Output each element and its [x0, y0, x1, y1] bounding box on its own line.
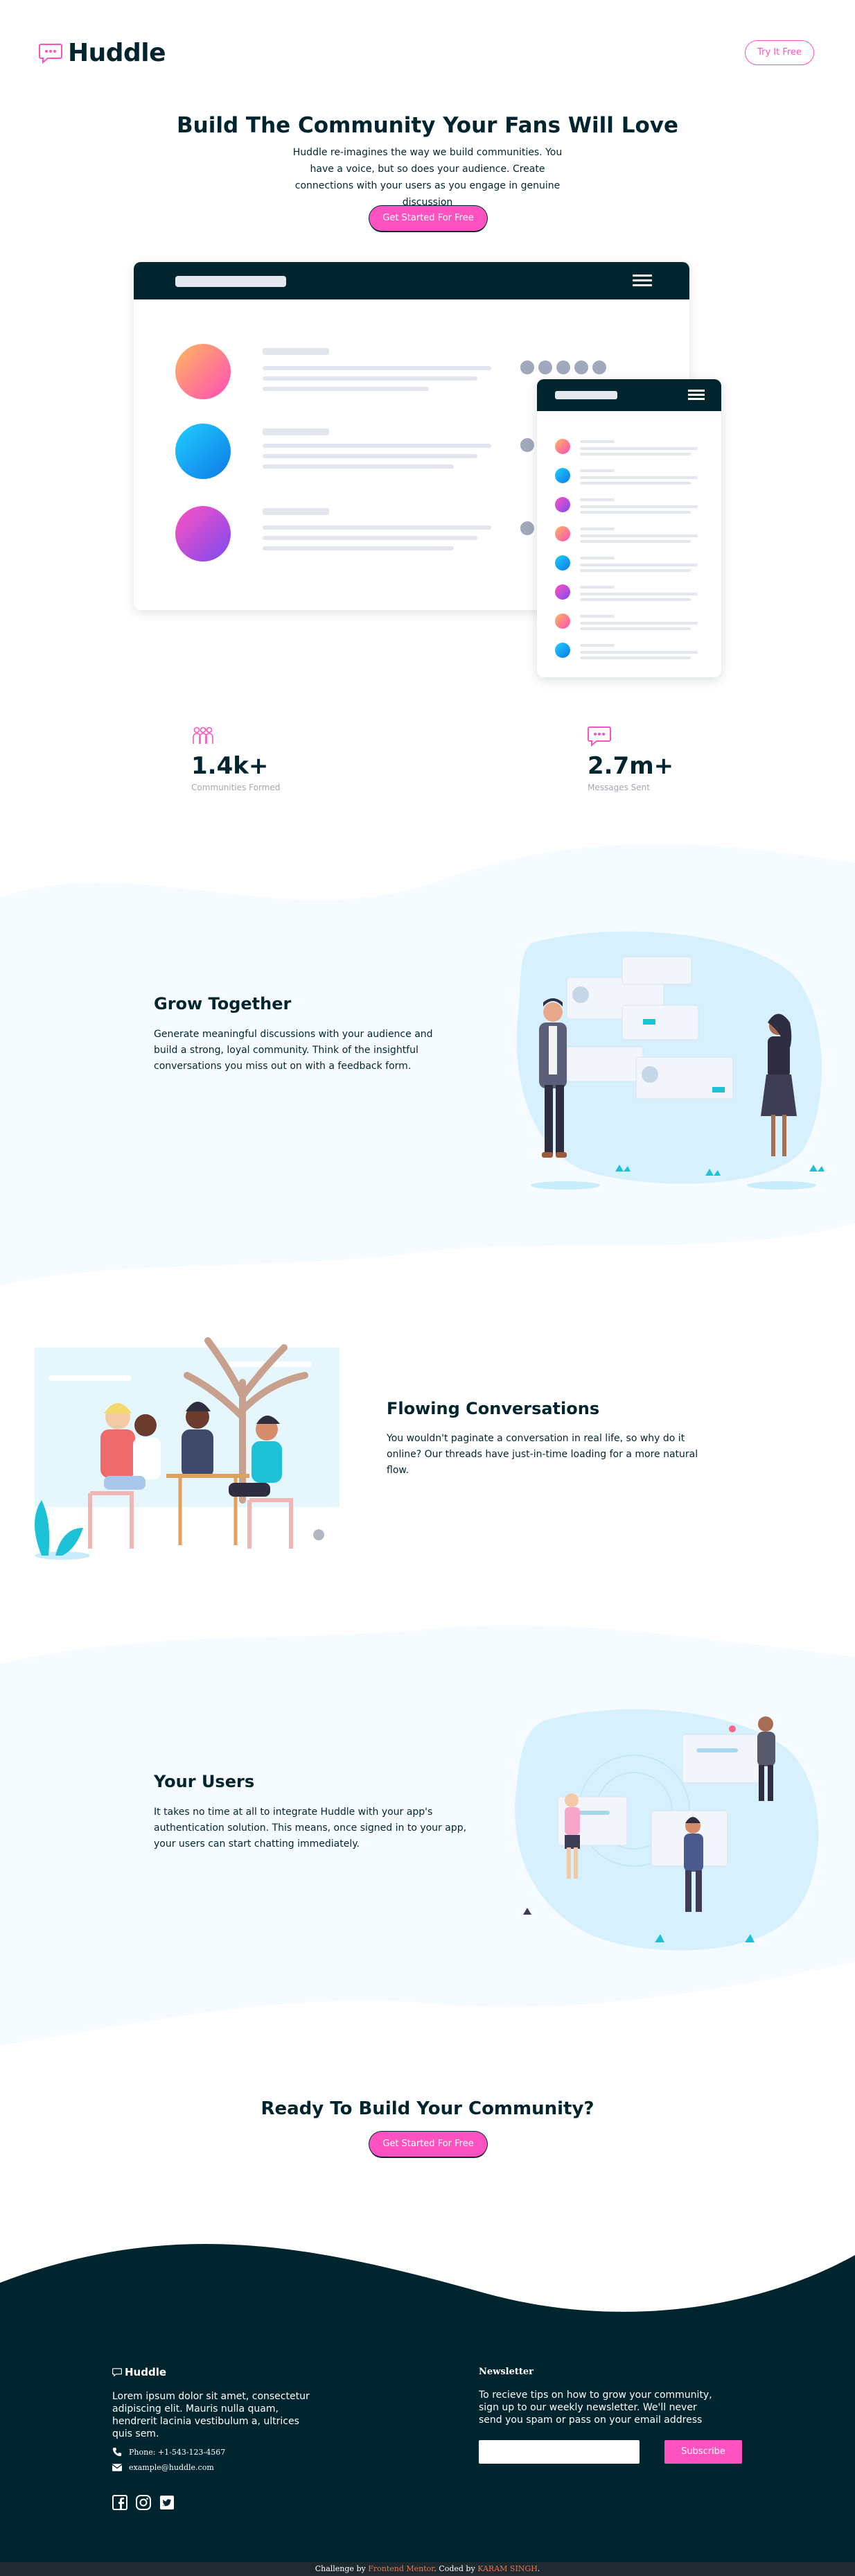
- subscribe-button[interactable]: Subscribe: [664, 2440, 742, 2464]
- communities-icon: [193, 726, 213, 744]
- instagram-icon[interactable]: [136, 2495, 151, 2510]
- feature-title: Your Users: [154, 1772, 255, 1791]
- footer-logo[interactable]: Huddle: [112, 2366, 166, 2378]
- phone-mockup-illustration: [537, 379, 721, 677]
- stat-label: Messages Sent: [588, 783, 650, 792]
- twitter-icon[interactable]: [159, 2495, 175, 2510]
- phone-text: Phone: +1-543-123-4567: [129, 2447, 226, 2457]
- newsletter-description: To recieve tips on how to grow your comm…: [479, 2390, 712, 2426]
- hero-section: Build The Community Your Fans Will Love …: [0, 104, 855, 693]
- feature-title: Flowing Conversations: [387, 1399, 600, 1418]
- logo-text: Huddle: [68, 39, 166, 67]
- social-links: [112, 2495, 175, 2510]
- author-link[interactable]: KARAM SINGH: [477, 2564, 538, 2573]
- facebook-icon[interactable]: [112, 2495, 127, 2510]
- feature-text: It takes no time at all to integrate Hud…: [154, 1807, 467, 1850]
- frontend-mentor-link[interactable]: Frontend Mentor: [368, 2564, 434, 2573]
- get-started-button[interactable]: Get Started For Free: [369, 206, 487, 231]
- feature-title: Grow Together: [154, 994, 292, 1013]
- header: Huddle Try It Free: [0, 0, 855, 104]
- your-users-illustration: [515, 1709, 819, 1951]
- stat-communities: 1.4k+ Communities Formed: [191, 726, 280, 792]
- contact-email[interactable]: example@huddle.com: [112, 2463, 214, 2472]
- feature-text: You wouldn't paginate a conversation in …: [387, 1433, 698, 1476]
- hero-description: Huddle re-imagines the way we build comm…: [292, 147, 563, 208]
- attribution: Challenge by Frontend Mentor. Coded by K…: [0, 2562, 855, 2576]
- newsletter-email-input[interactable]: [479, 2440, 640, 2464]
- stat-messages: 2.7m+ Messages Sent: [588, 726, 673, 792]
- flowing-conversations-illustration: [35, 1337, 340, 1560]
- contact-phone: Phone: +1-543-123-4567: [112, 2447, 225, 2457]
- stat-value: 2.7m+: [588, 752, 674, 780]
- try-it-free-button[interactable]: Try It Free: [745, 40, 814, 65]
- footer-description: Lorem ipsum dolor sit amet, consectetur …: [112, 2391, 310, 2439]
- email-icon: [112, 2464, 122, 2471]
- stat-value: 1.4k+: [191, 752, 269, 780]
- chat-bubble-logo-icon: [39, 43, 62, 64]
- grow-together-illustration: [516, 931, 825, 1190]
- get-started-button[interactable]: Get Started For Free: [369, 2132, 487, 2157]
- hero-title: Build The Community Your Fans Will Love: [177, 113, 678, 138]
- ready-title: Ready To Build Your Community?: [261, 2098, 594, 2119]
- attribution-mid: . Coded by: [434, 2564, 475, 2573]
- email-text: example@huddle.com: [129, 2463, 214, 2472]
- footer: Huddle Lorem ipsum dolor sit amet, conse…: [0, 2217, 855, 2564]
- stat-label: Communities Formed: [191, 783, 281, 792]
- attribution-suffix: .: [537, 2564, 540, 2573]
- hamburger-icon: [688, 390, 705, 402]
- phone-icon: [112, 2447, 122, 2457]
- attribution-prefix: Challenge by: [315, 2564, 366, 2573]
- messages-icon: [588, 726, 611, 747]
- chat-bubble-logo-icon: [112, 2368, 122, 2376]
- newsletter-title: Newsletter: [479, 2367, 534, 2377]
- footer-logo-text: Huddle: [125, 2366, 167, 2378]
- hamburger-icon: [633, 275, 652, 289]
- logo[interactable]: Huddle: [39, 39, 166, 67]
- feature-text: Generate meaningful discussions with you…: [154, 1029, 433, 1072]
